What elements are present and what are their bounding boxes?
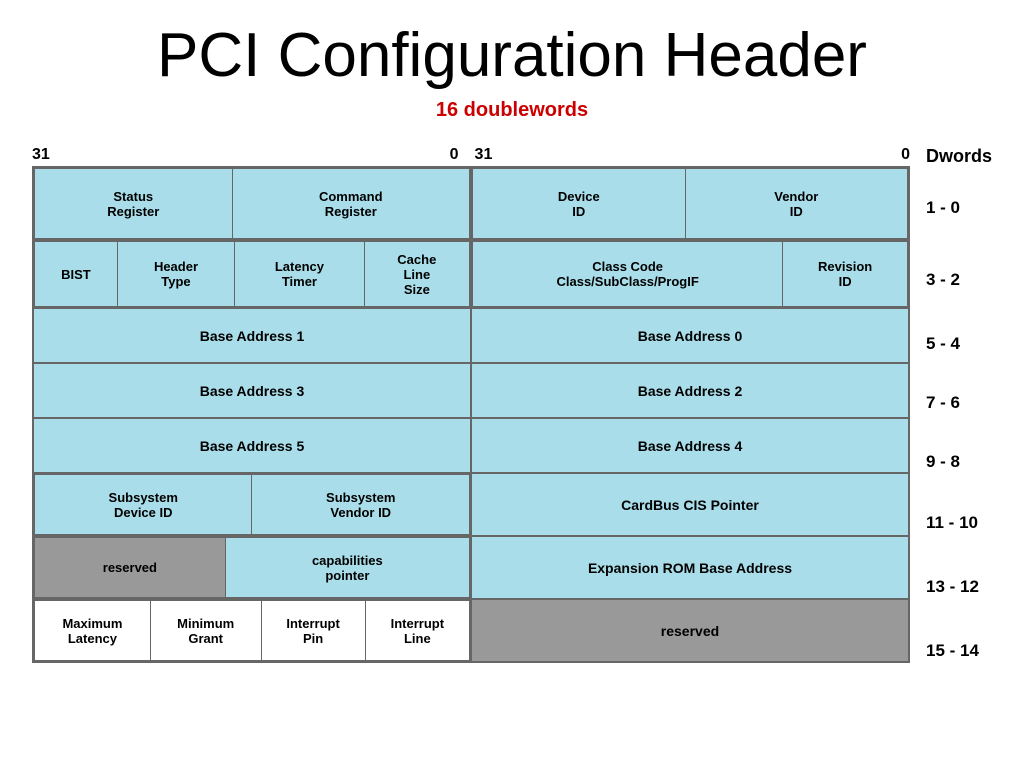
cell-left-1-3: CacheLineSize: [364, 242, 469, 307]
cell-right-group-0: DeviceIDVendorID: [471, 167, 909, 240]
cell-left-7-3: InterruptLine: [365, 601, 469, 661]
cell-left-7-1: MinimumGrant: [150, 601, 261, 661]
dword-label-4: 9 - 8: [926, 452, 960, 472]
cell-left-6-0: reserved: [35, 538, 226, 598]
dword-label-0: 1 - 0: [926, 198, 960, 218]
cell-left-6-1: capabilitiespointer: [225, 538, 469, 598]
cell-left-5-1: SubsystemVendor ID: [252, 475, 470, 535]
cell-right-0-0: DeviceID: [472, 169, 685, 239]
bit-31-right: 31: [467, 146, 493, 164]
bit-0-right: 0: [492, 146, 910, 164]
cell-left-group-0: StatusRegisterCommandRegister: [33, 167, 471, 240]
dword-label-5: 11 - 10: [926, 513, 978, 533]
diagram-area: 31 0 31 0 StatusRegisterCommandRegisterD…: [32, 146, 992, 683]
subtitle: 16 doublewords: [436, 99, 588, 122]
bit-31-left: 31: [32, 146, 450, 164]
table-row: Base Address 5Base Address 4: [33, 418, 909, 473]
table-row: StatusRegisterCommandRegisterDeviceIDVen…: [33, 167, 909, 240]
cell-right-4: Base Address 4: [471, 418, 909, 473]
table-row: MaximumLatencyMinimumGrantInterruptPinIn…: [33, 599, 909, 662]
cell-left-group-1: BISTHeaderTypeLatencyTimerCacheLineSize: [33, 240, 471, 308]
cell-left-2: Base Address 1: [33, 308, 471, 363]
cell-left-group-5: SubsystemDevice IDSubsystemVendor ID: [33, 473, 471, 536]
cell-left-group-6: reservedcapabilitiespointer: [33, 536, 471, 599]
table-row: Base Address 1Base Address 0: [33, 308, 909, 363]
dword-label-6: 13 - 12: [926, 577, 979, 597]
cell-left-7-2: InterruptPin: [261, 601, 365, 661]
cell-left-7-0: MaximumLatency: [35, 601, 151, 661]
table-row: SubsystemDevice IDSubsystemVendor IDCard…: [33, 473, 909, 536]
dword-label-1: 3 - 2: [926, 270, 960, 290]
cell-right-3: Base Address 2: [471, 363, 909, 418]
cell-right-1-1: RevisionID: [783, 242, 908, 307]
cell-right-0-1: VendorID: [685, 169, 907, 239]
dword-label-7: 15 - 14: [926, 641, 979, 661]
dword-label-2: 5 - 4: [926, 334, 960, 354]
cell-right-2: Base Address 0: [471, 308, 909, 363]
page-title: PCI Configuration Header: [157, 20, 867, 91]
cell-right-7: reserved: [471, 599, 909, 662]
left-panel: 31 0 31 0 StatusRegisterCommandRegisterD…: [32, 146, 910, 663]
dwords-header: Dwords: [926, 146, 992, 167]
cell-left-0-1: CommandRegister: [232, 169, 469, 239]
cell-left-1-0: BIST: [35, 242, 118, 307]
table-row: reservedcapabilitiespointerExpansion ROM…: [33, 536, 909, 599]
pci-table: StatusRegisterCommandRegisterDeviceIDVen…: [32, 166, 910, 663]
table-row: Base Address 3Base Address 2: [33, 363, 909, 418]
cell-right-6: Expansion ROM Base Address: [471, 536, 909, 599]
table-row: BISTHeaderTypeLatencyTimerCacheLineSizeC…: [33, 240, 909, 308]
cell-left-group-7: MaximumLatencyMinimumGrantInterruptPinIn…: [33, 599, 471, 662]
bit-numbers-row: 31 0 31 0: [32, 146, 910, 164]
dword-label-3: 7 - 6: [926, 393, 960, 413]
cell-left-4: Base Address 5: [33, 418, 471, 473]
cell-left-5-0: SubsystemDevice ID: [35, 475, 252, 535]
cell-left-3: Base Address 3: [33, 363, 471, 418]
cell-left-1-2: LatencyTimer: [235, 242, 364, 307]
cell-left-1-1: HeaderType: [117, 242, 234, 307]
dwords-col: Dwords 1 - 0 3 - 2 5 - 4 7 - 6 9 - 8 11 - 10 13…: [926, 146, 992, 683]
cell-right-group-1: Class CodeClass/SubClass/ProgIFRevisionI…: [471, 240, 909, 308]
cell-left-0-0: StatusRegister: [35, 169, 233, 239]
cell-right-5: CardBus CIS Pointer: [471, 473, 909, 536]
main-container: PCI Configuration Header 16 doublewords …: [32, 20, 992, 683]
bit-0-left: 0: [450, 146, 467, 164]
cell-right-1-0: Class CodeClass/SubClass/ProgIF: [472, 242, 782, 307]
